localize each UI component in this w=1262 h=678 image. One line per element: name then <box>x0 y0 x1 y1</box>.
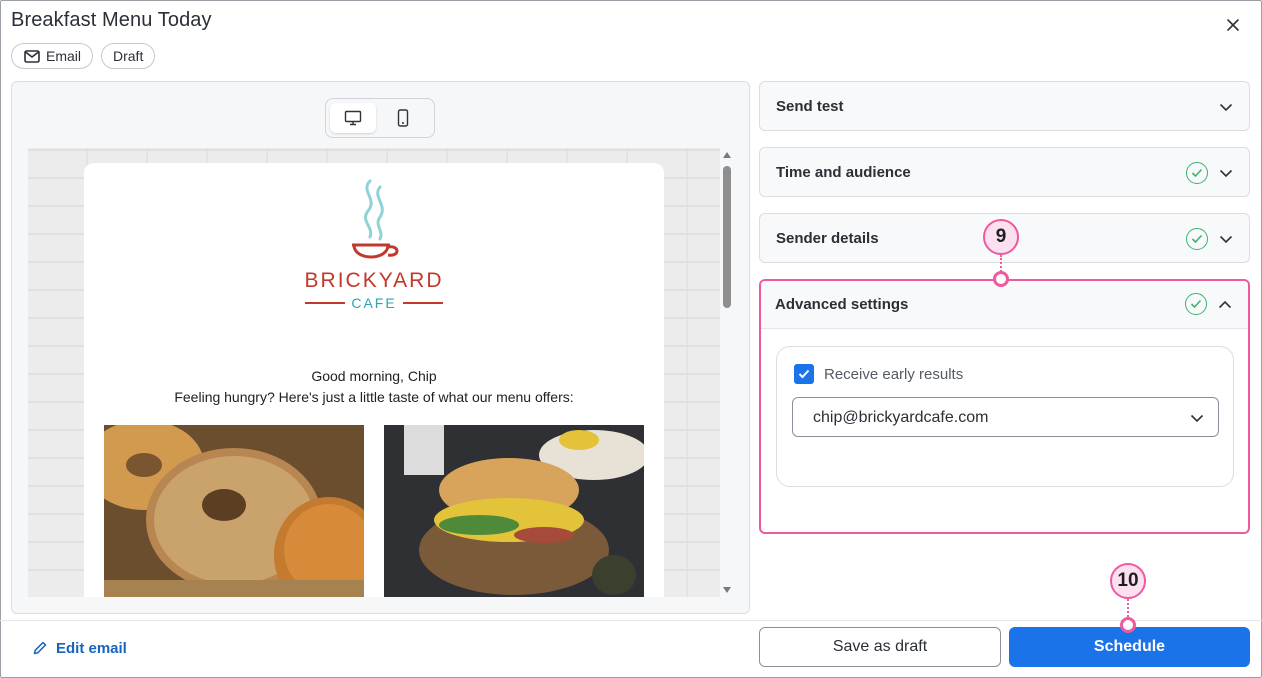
mobile-icon <box>397 109 409 127</box>
early-results-card: Receive early results chip@brickyardcafe… <box>776 346 1234 487</box>
logo-name-text: BRICKYARD <box>304 269 444 292</box>
desktop-icon <box>344 110 362 126</box>
coffee-cup-icon <box>352 179 399 259</box>
early-results-email-select[interactable]: chip@brickyardcafe.com <box>792 397 1219 437</box>
email-badge-label: Email <box>46 48 82 64</box>
callout-9-connector <box>1000 255 1002 272</box>
receive-early-results-checkbox[interactable] <box>794 364 814 384</box>
email-greeting: Good morning, Chip Feeling hungry? Here'… <box>84 366 664 408</box>
logo-divider-left <box>305 302 346 304</box>
email-type-badge: Email <box>11 43 94 69</box>
greeting-line-1: Good morning, Chip <box>311 368 437 384</box>
close-button[interactable] <box>1222 14 1244 36</box>
chevron-down-icon <box>1187 408 1207 428</box>
chevron-up-icon <box>1215 294 1235 314</box>
mobile-view-button[interactable] <box>380 103 426 133</box>
device-toggle <box>325 98 435 138</box>
sender-details-title: Sender details <box>776 230 879 247</box>
check-circle-icon <box>1186 228 1208 250</box>
bagel-image <box>104 425 364 597</box>
bagel-photo <box>104 425 364 597</box>
brickyard-cafe-logo: BRICKYARD CAFE <box>281 163 467 333</box>
time-and-audience-title: Time and audience <box>776 164 911 181</box>
greeting-line-2: Feeling hungry? Here's just a little tas… <box>174 389 574 405</box>
callout-9-dot <box>993 271 1009 287</box>
scroll-up-icon[interactable] <box>723 152 731 158</box>
send-test-title: Send test <box>776 98 844 115</box>
envelope-icon <box>24 49 40 63</box>
chevron-down-icon <box>1216 229 1236 249</box>
desktop-view-button[interactable] <box>330 103 376 133</box>
time-and-audience-panel[interactable]: Time and audience <box>759 147 1250 197</box>
close-icon <box>1227 19 1239 31</box>
check-circle-icon <box>1186 162 1208 184</box>
check-circle-icon <box>1185 293 1207 315</box>
chevron-down-icon <box>1216 163 1236 183</box>
send-test-panel[interactable]: Send test <box>759 81 1250 131</box>
scroll-thumb[interactable] <box>723 166 731 308</box>
select-value: chip@brickyardcafe.com <box>813 409 989 426</box>
draft-badge-label: Draft <box>113 48 144 64</box>
receive-early-results-label: Receive early results <box>824 366 964 383</box>
status-badge: Draft <box>101 43 156 69</box>
callout-10-connector <box>1127 599 1129 617</box>
scroll-down-icon[interactable] <box>723 587 731 593</box>
advanced-settings-header[interactable]: Advanced settings <box>761 281 1248 329</box>
page-title: Breakfast Menu Today <box>11 9 212 31</box>
pencil-icon <box>33 641 47 655</box>
croissant-sandwich-photo <box>384 425 644 597</box>
advanced-settings-panel: Advanced settings Receive early results … <box>759 279 1250 534</box>
save-as-draft-button[interactable]: Save as draft <box>759 627 1001 667</box>
croissant-image <box>384 425 644 597</box>
email-body: BRICKYARD CAFE Good morning, Chip Feelin… <box>84 163 664 597</box>
footer-divider <box>0 620 1262 621</box>
logo-sub-text: CAFE <box>351 295 397 311</box>
callout-10-dot <box>1120 617 1136 633</box>
checkmark-icon <box>798 369 810 379</box>
step-callout-10: 10 <box>1110 563 1146 599</box>
email-preview-pane: BRICKYARD CAFE Good morning, Chip Feelin… <box>11 81 750 614</box>
email-canvas: BRICKYARD CAFE Good morning, Chip Feelin… <box>28 148 720 597</box>
step-callout-9: 9 <box>983 219 1019 255</box>
edit-email-link[interactable]: Edit email <box>32 638 127 658</box>
logo-divider-right <box>402 302 443 304</box>
logo-sub-row: CAFE <box>305 295 443 311</box>
edit-email-label: Edit email <box>56 639 127 657</box>
advanced-settings-title: Advanced settings <box>775 296 909 313</box>
chevron-down-icon <box>1216 97 1236 117</box>
preview-scrollbar[interactable] <box>721 148 733 597</box>
schedule-button[interactable]: Schedule <box>1009 627 1250 667</box>
